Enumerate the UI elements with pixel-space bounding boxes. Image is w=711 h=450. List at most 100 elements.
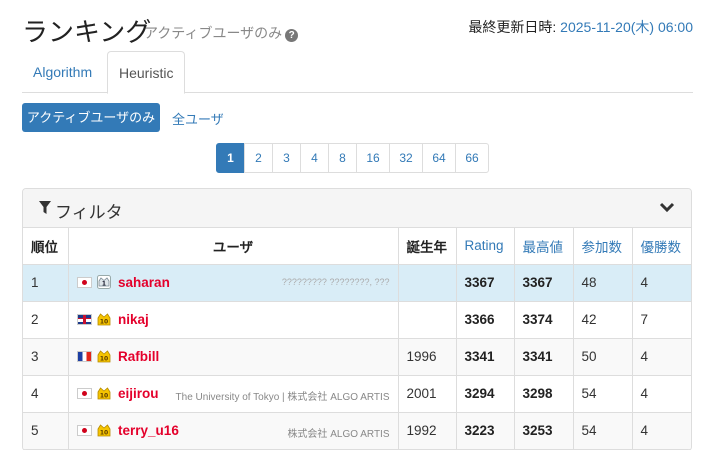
cell-birth-year [398,264,457,302]
cell-highest: 3341 [514,338,574,376]
page-2[interactable]: 2 [244,143,273,173]
tab-bar: Algorithm Heuristic [22,51,693,94]
cell-birth-year: 2001 [398,375,457,413]
cell-entries: 42 [573,301,633,339]
flag-fr-icon [76,351,92,362]
cell-rank: 2 [23,301,69,339]
last-updated-value: 2025-11-20(木) 06:00 [560,19,693,35]
cell-wins: 4 [632,412,691,450]
crown-10-icon: 10 [97,349,111,363]
col-rank: 順位 [23,228,69,265]
tab-algorithm[interactable]: Algorithm [22,51,103,93]
cell-highest: 3374 [514,301,574,339]
cell-user: 1 saharan ????????? ????????, ??? [68,264,399,302]
col-wins[interactable]: 優勝数 [632,228,691,265]
crown-10-icon: 10 [97,312,111,326]
cell-entries: 54 [573,412,633,450]
filter-label: フィルタ [55,203,123,222]
user-link[interactable]: saharan [118,275,170,290]
question-circle-icon[interactable]: ? [285,29,299,42]
svg-text:10: 10 [100,356,108,363]
page-8[interactable]: 8 [328,143,357,173]
cell-wins: 4 [632,264,691,302]
cell-user: 10 Rafbill [68,338,399,376]
cell-birth-year: 1992 [398,412,457,450]
page-4[interactable]: 4 [300,143,329,173]
last-updated: 最終更新日時: 2025-11-20(木) 06:00 [468,17,693,37]
crown-10-icon: 10 [97,423,111,437]
page-3[interactable]: 3 [272,143,301,173]
cell-entries: 54 [573,375,633,413]
svg-text:1: 1 [102,281,106,288]
page-32[interactable]: 32 [389,143,423,173]
all-users-link[interactable]: 全ユーザ [172,109,224,128]
cell-rating: 3367 [456,264,515,302]
cell-highest: 3367 [514,264,574,302]
cell-rating: 3366 [456,301,515,339]
cell-wins: 4 [632,375,691,413]
flag-jp-icon [76,277,92,288]
col-highest[interactable]: 最高値 [514,228,574,265]
crown-1-icon: 1 [97,275,112,289]
svg-text:10: 10 [100,393,108,400]
page-64[interactable]: 64 [422,143,456,173]
cell-highest: 3298 [514,375,574,413]
cell-highest: 3253 [514,412,574,450]
cell-birth-year: 1996 [398,338,457,376]
cell-user: 10 nikaj [68,301,399,339]
page-16[interactable]: 16 [356,143,390,173]
table-row: 3 10 Rafbill 1996 3341 3341 50 4 [23,338,691,376]
cell-wins: 4 [632,338,691,376]
ranking-panel: フィルタ 順位 ユーザ 誕生年 Rating 最高値 参加数 優勝数 1 1 s… [22,188,692,450]
user-affiliation: The University of Tokyo | 株式会社 ALGO ARTI… [175,391,390,403]
table-row: 4 10 eijirou The University of Tokyo | 株… [23,375,691,413]
user-affiliation: 株式会社 ALGO ARTIS [287,428,390,440]
table-row: 5 10 terry_u16 株式会社 ALGO ARTIS 1992 3223… [23,412,691,450]
ranking-table: 順位 ユーザ 誕生年 Rating 最高値 参加数 優勝数 1 1 sahara… [23,228,691,450]
flag-uk-icon [76,314,92,325]
cell-rating: 3223 [456,412,515,450]
cell-entries: 50 [573,338,633,376]
svg-text:10: 10 [100,430,108,437]
col-entries[interactable]: 参加数 [573,228,633,265]
table-row: 1 1 saharan ????????? ????????, ??? 3367… [23,264,691,302]
last-updated-label: 最終更新日時: [468,19,561,35]
chevron-down-icon[interactable] [659,201,675,215]
filter-header[interactable]: フィルタ [23,189,691,228]
col-user: ユーザ [68,228,399,265]
tab-heuristic[interactable]: Heuristic [107,51,186,94]
page-header: ランキング アクティブユーザのみ? 最終更新日時: 2025-11-20(木) … [22,8,693,48]
cell-rank: 4 [23,375,69,413]
user-affiliation: ????????? ????????, ??? [281,276,390,287]
page-title: ランキング [22,17,152,47]
table-header-row: 順位 ユーザ 誕生年 Rating 最高値 参加数 優勝数 [23,228,691,265]
filter-icon [39,201,51,214]
page-subtitle: アクティブユーザのみ? [144,23,299,43]
cell-rank: 1 [23,264,69,302]
page-66[interactable]: 66 [455,143,489,173]
col-rating[interactable]: Rating [456,228,515,265]
user-link[interactable]: terry_u16 [118,423,179,438]
flag-jp-icon [76,425,92,436]
page-1[interactable]: 1 [216,143,245,173]
flag-jp-icon [76,388,92,399]
cell-rank: 5 [23,412,69,450]
user-link[interactable]: nikaj [118,312,149,327]
crown-10-icon: 10 [97,386,111,400]
cell-wins: 7 [632,301,691,339]
user-link[interactable]: Rafbill [118,349,159,364]
active-users-button[interactable]: アクティブユーザのみ [22,103,160,132]
pagination: 1 2 3 4 8 16 32 64 66 [216,143,489,173]
subtitle-text: アクティブユーザのみ [144,25,283,41]
cell-rating: 3294 [456,375,515,413]
col-birth-year: 誕生年 [398,228,457,265]
svg-text:10: 10 [100,319,108,326]
cell-user: 10 terry_u16 株式会社 ALGO ARTIS [68,412,399,450]
cell-rating: 3341 [456,338,515,376]
cell-entries: 48 [573,264,633,302]
cell-birth-year [398,301,457,339]
table-row: 2 10 nikaj 3366 3374 42 7 [23,301,691,339]
user-link[interactable]: eijirou [118,386,159,401]
cell-user: 10 eijirou The University of Tokyo | 株式会… [68,375,399,413]
cell-rank: 3 [23,338,69,376]
